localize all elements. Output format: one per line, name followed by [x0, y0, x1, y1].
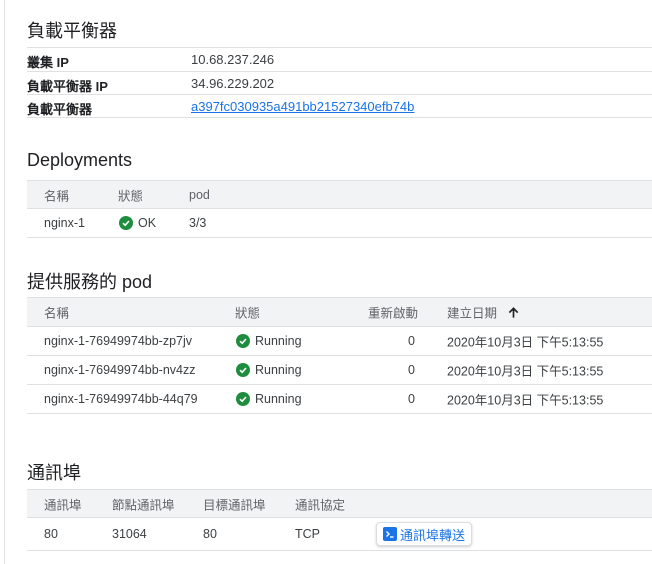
node-port-value: 31064: [112, 527, 147, 541]
table-row: nginx-1 OK 3/3: [27, 209, 652, 238]
deployment-pod-count: 3/3: [189, 216, 207, 230]
deployment-status-text: OK: [138, 216, 157, 230]
check-circle-icon: [236, 392, 250, 406]
col-header-target-port[interactable]: 目標通訊埠: [203, 494, 266, 513]
lb-info-table: 叢集 IP 10.68.237.246 負載平衡器 IP 34.96.229.2…: [27, 47, 652, 118]
cluster-ip-label: 叢集 IP: [27, 55, 69, 70]
pod-created: 2020年10月3日 下午5:13:55: [447, 335, 604, 350]
left-divider: [4, 0, 5, 564]
protocol-value: TCP: [295, 527, 320, 541]
deployments-section-title: Deployments: [27, 150, 133, 170]
deployments-table: 名稱 狀態 pod nginx-1 OK 3/3: [27, 180, 652, 238]
pod-status-text: Running: [255, 392, 302, 406]
col-header-name[interactable]: 名稱: [44, 303, 69, 322]
target-port-value: 80: [203, 527, 217, 541]
col-header-status[interactable]: 狀態: [235, 303, 260, 322]
col-header-created-label: 建立日期: [447, 306, 498, 321]
table-row: nginx-1-76949974bb-44q79 Running 0 2020年…: [27, 385, 652, 414]
pod-status: Running: [236, 363, 302, 377]
check-circle-icon: [119, 216, 133, 230]
deployments-table-header: 名稱 狀態 pod: [27, 180, 652, 209]
lb-ip-value: 34.96.229.202: [191, 75, 275, 91]
table-row: 80 31064 80 TCP 通訊埠轉送: [27, 518, 652, 551]
lb-section-title: 負載平衡器: [27, 21, 117, 41]
check-circle-icon: [236, 334, 250, 348]
pod-restarts: 0: [408, 334, 415, 348]
pod-restarts: 0: [408, 363, 415, 377]
col-header-port[interactable]: 通訊埠: [44, 494, 82, 513]
table-row: nginx-1-76949974bb-zp7jv Running 0 2020年…: [27, 327, 652, 356]
port-forward-button[interactable]: 通訊埠轉送: [376, 522, 473, 546]
check-circle-icon: [236, 363, 250, 377]
deployment-status: OK: [119, 216, 156, 230]
lb-info-row: 負載平衡器 IP 34.96.229.202: [27, 70, 652, 95]
ports-table-header: 通訊埠 節點通訊埠 目標通訊埠 通訊協定: [27, 489, 652, 518]
pod-status-text: Running: [255, 334, 302, 348]
deployment-name[interactable]: nginx-1: [44, 216, 85, 230]
col-header-created[interactable]: 建立日期: [447, 303, 520, 322]
pod-created: 2020年10月3日 下午5:13:55: [447, 364, 604, 379]
col-header-protocol[interactable]: 通訊協定: [295, 494, 345, 513]
pod-restarts: 0: [408, 392, 415, 406]
arrow-up-icon[interactable]: [507, 307, 520, 321]
col-header-restarts[interactable]: 重新啟動: [368, 303, 418, 322]
pod-status: Running: [236, 334, 302, 348]
col-header-node-port[interactable]: 節點通訊埠: [112, 494, 175, 513]
ports-table: 通訊埠 節點通訊埠 目標通訊埠 通訊協定 80 31064 80 TCP 通訊埠…: [27, 489, 652, 551]
pod-name[interactable]: nginx-1-76949974bb-nv4zz: [44, 363, 196, 377]
port-forward-label: 通訊埠轉送: [400, 527, 466, 543]
lb-name-label: 負載平衡器: [27, 102, 93, 117]
pods-section-title: 提供服務的 pod: [27, 272, 153, 292]
pod-created: 2020年10月3日 下午5:13:55: [447, 393, 604, 408]
lb-ip-label: 負載平衡器 IP: [27, 78, 108, 94]
cluster-ip-value: 10.68.237.246: [191, 52, 275, 67]
pods-table-header: 名稱 狀態 重新啟動 建立日期: [27, 297, 652, 327]
lb-info-row: 負載平衡器 a397fc030935a491bb21527340efb74b: [27, 94, 652, 118]
col-header-pod[interactable]: pod: [189, 188, 210, 202]
lb-name-link[interactable]: a397fc030935a491bb21527340efb74b: [191, 99, 414, 114]
col-header-name[interactable]: 名稱: [44, 185, 69, 204]
ports-section-title: 通訊埠: [27, 463, 81, 483]
pod-name[interactable]: nginx-1-76949974bb-44q79: [44, 392, 198, 406]
pods-table: 名稱 狀態 重新啟動 建立日期 nginx-1-76949974bb-zp7jv…: [27, 297, 652, 414]
lb-info-row: 叢集 IP 10.68.237.246: [27, 47, 652, 71]
pod-name[interactable]: nginx-1-76949974bb-zp7jv: [44, 334, 192, 348]
pod-status: Running: [236, 392, 302, 406]
pod-status-text: Running: [255, 363, 302, 377]
col-header-status[interactable]: 狀態: [118, 185, 143, 204]
table-row: nginx-1-76949974bb-nv4zz Running 0 2020年…: [27, 356, 652, 385]
port-value: 80: [44, 527, 58, 541]
terminal-icon: [383, 527, 397, 541]
